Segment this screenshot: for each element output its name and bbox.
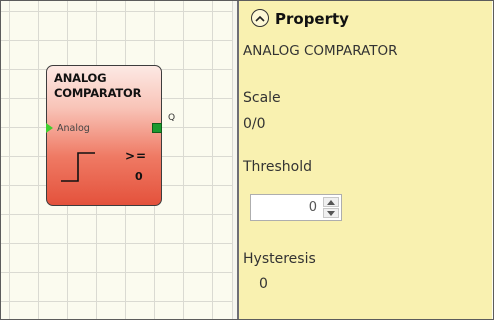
triangle-down-icon (327, 210, 335, 216)
stepper-buttons (323, 197, 339, 218)
hysteresis-value[interactable]: 0 (259, 276, 268, 292)
scale-label: Scale (243, 90, 281, 106)
increment-button[interactable] (323, 197, 339, 207)
chevron-up-icon[interactable] (251, 9, 269, 27)
diagram-canvas[interactable]: ANALOG COMPARATOR Analog Q >= 0 (1, 1, 232, 319)
threshold-label: Threshold (243, 159, 312, 175)
block-type-name: ANALOG COMPARATOR (243, 43, 398, 59)
decrement-button[interactable] (323, 208, 339, 218)
analog-comparator-block[interactable]: ANALOG COMPARATOR Analog Q >= 0 (46, 65, 175, 206)
comparison-operator: >= (125, 149, 148, 163)
triangle-up-icon (327, 199, 335, 205)
block-threshold-value: 0 (135, 170, 143, 183)
threshold-input[interactable]: 0 (309, 200, 317, 215)
output-label: Q (168, 113, 176, 123)
step-function-icon (61, 152, 95, 182)
input-arrow-icon[interactable] (46, 123, 53, 133)
panel-title: Property (275, 10, 349, 28)
block-title: ANALOG COMPARATOR (54, 71, 142, 100)
hysteresis-label: Hysteresis (243, 251, 316, 267)
scale-value: 0/0 (243, 116, 266, 132)
threshold-stepper[interactable]: 0 (250, 194, 342, 221)
input-label: Analog (57, 123, 90, 134)
output-port-icon[interactable] (152, 123, 162, 133)
property-panel: Property ANALOG COMPARATOR Scale 0/0 Thr… (239, 1, 492, 319)
